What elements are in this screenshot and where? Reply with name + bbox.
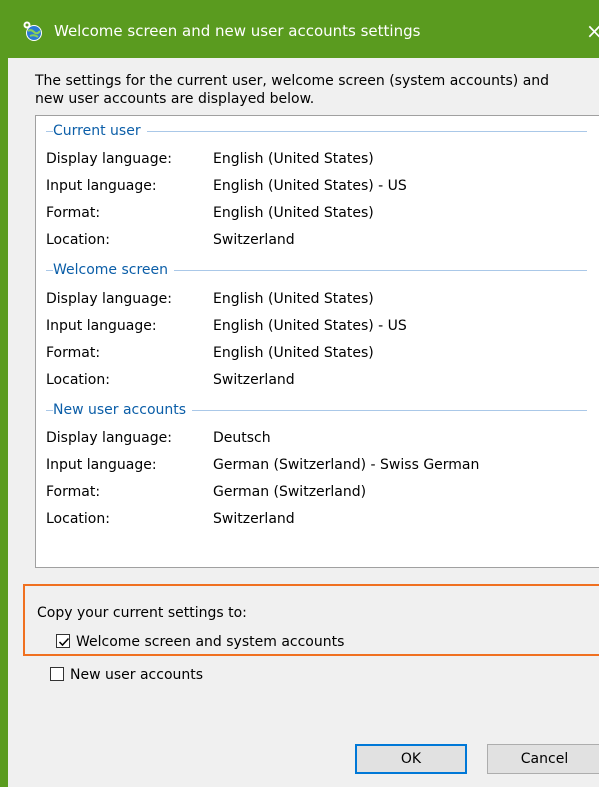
row-value: Switzerland: [213, 232, 295, 248]
row-label: Input language:: [46, 318, 157, 334]
ok-button[interactable]: OK: [355, 744, 467, 774]
row-value: English (United States): [213, 151, 374, 167]
group-header-welcome-screen: Welcome screen: [53, 260, 175, 280]
settings-summary-panel: Current user Display language: English (…: [35, 115, 599, 568]
row-value: German (Switzerland) - Swiss German: [213, 457, 480, 473]
row-value: Deutsch: [213, 430, 271, 446]
row-value: English (United States): [213, 205, 374, 221]
row-label: Display language:: [46, 291, 172, 307]
row-label: Display language:: [46, 151, 172, 167]
welcome-screen-checkbox-label[interactable]: Welcome screen and system accounts: [76, 632, 344, 652]
row-value: English (United States) - US: [213, 318, 407, 334]
language-settings-icon: [22, 20, 44, 42]
row-label: Format:: [46, 345, 101, 361]
copy-settings-label: Copy your current settings to:: [37, 605, 247, 621]
settings-dialog: Welcome screen and new user accounts set…: [0, 0, 599, 787]
row-label: Location:: [46, 232, 110, 248]
row-label: Input language:: [46, 457, 157, 473]
checkmark-icon: [58, 637, 70, 647]
row-label: Format:: [46, 484, 101, 500]
row-value: Switzerland: [213, 372, 295, 388]
group-header-current-user: Current user: [53, 121, 147, 141]
copy-settings-highlight: Copy your current settings to: Welcome s…: [23, 584, 599, 656]
title-bar: Welcome screen and new user accounts set…: [8, 0, 599, 58]
intro-text: The settings for the current user, welco…: [35, 73, 550, 107]
row-label: Location:: [46, 511, 110, 527]
row-label: Format:: [46, 205, 101, 221]
row-value: German (Switzerland): [213, 484, 367, 500]
row-value: English (United States) - US: [213, 178, 407, 194]
close-icon[interactable]: ×: [586, 14, 599, 48]
row-label: Location:: [46, 372, 110, 388]
row-label: Input language:: [46, 178, 157, 194]
cancel-button[interactable]: Cancel: [487, 744, 599, 774]
row-label: Display language:: [46, 430, 172, 446]
row-value: Switzerland: [213, 511, 295, 527]
row-value: English (United States): [213, 291, 374, 307]
group-header-new-user-accounts: New user accounts: [53, 400, 193, 420]
welcome-screen-checkbox[interactable]: [56, 634, 70, 648]
row-value: English (United States): [213, 345, 374, 361]
window-title: Welcome screen and new user accounts set…: [54, 22, 421, 40]
new-user-accounts-checkbox[interactable]: [50, 667, 64, 681]
new-user-accounts-checkbox-label[interactable]: New user accounts: [70, 665, 203, 685]
